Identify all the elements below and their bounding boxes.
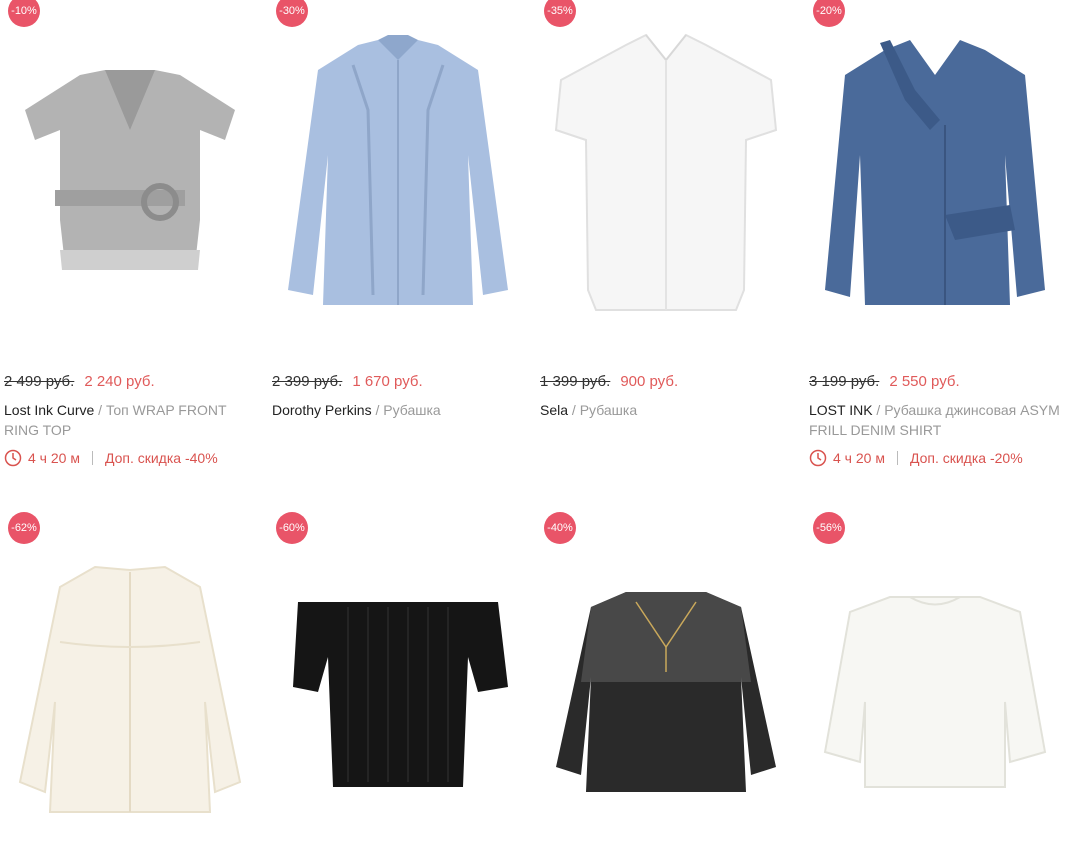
product-card[interactable]: -10% 2 499 руб. 2 240 руб. Lost Ink Curve…: [0, 0, 260, 480]
product-card[interactable]: -62%: [0, 512, 260, 846]
clock-icon: [809, 449, 827, 467]
product-card[interactable]: -60%: [268, 512, 528, 846]
product-title[interactable]: Sela / Рубашка: [540, 400, 795, 420]
product-title[interactable]: Lost Ink Curve / Топ WRAP FRONT RING TOP: [4, 400, 259, 440]
product-card[interactable]: -20% 3 199 руб. 2 550 руб. LOST INK / Руб…: [805, 0, 1065, 480]
new-price: 900 руб.: [620, 373, 679, 390]
product-image[interactable]: [0, 50, 260, 290]
product-card[interactable]: -35% 1 399 руб. 900 руб. Sela / Рубашка: [536, 0, 796, 480]
product-image[interactable]: [536, 30, 796, 320]
discount-badge: -10%: [8, 0, 40, 27]
product-image[interactable]: [805, 35, 1065, 315]
product-image[interactable]: [268, 597, 528, 797]
timer-text: 4 ч 20 м: [28, 450, 80, 466]
brand-name: Lost Ink Curve: [4, 402, 95, 418]
timer-text: 4 ч 20 м: [833, 450, 885, 466]
promo-timer: 4 ч 20 м Доп. скидка -40%: [4, 449, 218, 467]
new-price: 2 550 руб.: [889, 373, 960, 390]
new-price: 1 670 руб.: [352, 373, 423, 390]
discount-badge: -60%: [276, 512, 308, 544]
extra-discount: Доп. скидка -40%: [104, 450, 218, 466]
discount-badge: -62%: [8, 512, 40, 544]
old-price: 2 499 руб.: [4, 373, 75, 390]
old-price: 2 399 руб.: [272, 373, 343, 390]
discount-badge: -56%: [813, 512, 845, 544]
clock-icon: [4, 449, 22, 467]
old-price: 1 399 руб.: [540, 373, 611, 390]
product-title[interactable]: Dorothy Perkins / Рубашка: [272, 400, 527, 420]
brand-name: LOST INK: [809, 402, 873, 418]
old-price: 3 199 руб.: [809, 373, 880, 390]
product-type: Рубашка: [579, 402, 638, 418]
product-image[interactable]: [536, 587, 796, 802]
promo-timer: 4 ч 20 м Доп. скидка -20%: [809, 449, 1023, 467]
discount-badge: -40%: [544, 512, 576, 544]
product-image[interactable]: [268, 35, 528, 315]
product-image[interactable]: [805, 592, 1065, 792]
product-title[interactable]: LOST INK / Рубашка джинсовая ASYM FRILL …: [809, 400, 1064, 440]
discount-badge: -35%: [544, 0, 576, 27]
brand-name: Dorothy Perkins: [272, 402, 372, 418]
discount-badge: -30%: [276, 0, 308, 27]
extra-discount: Доп. скидка -20%: [909, 450, 1023, 466]
product-card[interactable]: -56%: [805, 512, 1065, 846]
product-image[interactable]: [0, 562, 260, 822]
product-type: Рубашка: [383, 402, 441, 418]
discount-badge: -20%: [813, 0, 845, 27]
new-price: 2 240 руб.: [84, 373, 155, 390]
brand-name: Sela: [540, 402, 569, 418]
product-card[interactable]: -30% 2 399 руб. 1 670 руб. Dorothy Perkin…: [268, 0, 528, 480]
product-card[interactable]: -40%: [536, 512, 796, 846]
